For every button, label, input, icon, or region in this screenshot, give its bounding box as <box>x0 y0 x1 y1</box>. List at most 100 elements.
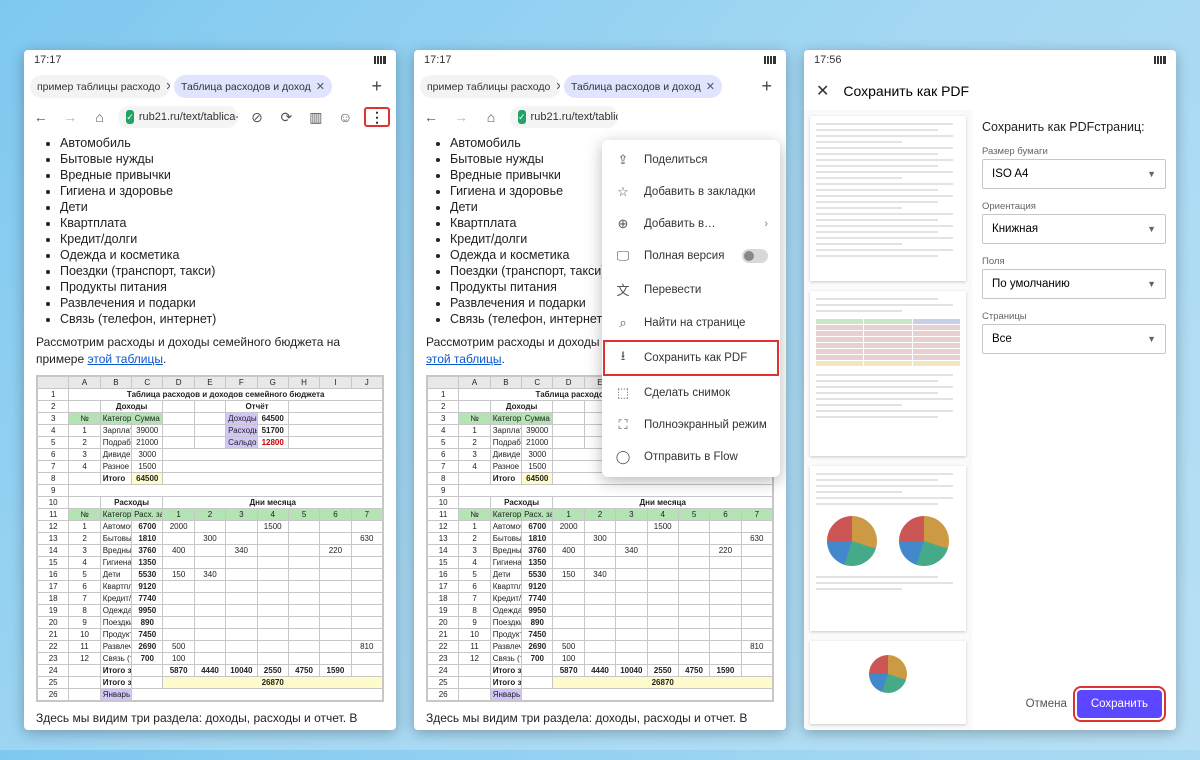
pdf-dialog-body: Сохранить как PDFстраниц: Размер бумаги … <box>804 110 1176 730</box>
translate-icon: 文 <box>614 280 632 299</box>
field-margins: Поля По умолчанию▼ <box>982 256 1166 299</box>
list-item: Развлечения и подарки <box>60 296 384 310</box>
back-icon[interactable]: ← <box>30 106 51 128</box>
forward-icon[interactable]: → <box>450 106 472 128</box>
status-time: 17:17 <box>34 54 62 72</box>
chevron-down-icon: ▼ <box>1147 279 1156 289</box>
url-field[interactable]: ✓rub21.ru/text/tablica- <box>118 106 238 128</box>
chevron-down-icon: ▼ <box>1147 169 1156 179</box>
search-icon: ⌕ <box>614 315 632 331</box>
field-pages: Страницы Все▼ <box>982 311 1166 354</box>
table-link[interactable]: этой таблицы <box>87 352 163 366</box>
menu-bookmark[interactable]: ☆Добавить в закладки <box>602 176 780 208</box>
new-tab-button[interactable]: + <box>363 76 390 97</box>
forward-icon[interactable]: → <box>59 106 80 128</box>
toggle-off[interactable] <box>742 249 768 263</box>
list-item: Дети <box>60 200 384 214</box>
plus-icon: ⊕ <box>614 216 632 232</box>
menu-snapshot[interactable]: ⬚Сделать снимок <box>602 377 780 409</box>
menu-save-pdf-highlighted[interactable]: ⭳Сохранить как PDF <box>602 339 780 377</box>
tab-inactive[interactable]: пример таблицы расходо✕ <box>30 75 170 98</box>
tabs-row: пример таблицы расходо✕ Таблица расходов… <box>414 72 786 101</box>
list-item: Автомобиль <box>60 136 384 150</box>
desc-paragraph: Здесь мы видим три раздела: доходы, расх… <box>426 710 774 730</box>
status-icons <box>370 54 386 72</box>
pdf-preview-page-3[interactable] <box>810 466 966 631</box>
list-item: Поездки (транспорт, такси) <box>60 264 384 278</box>
status-bar: 17:17 <box>414 50 786 72</box>
close-icon[interactable]: ✕ <box>165 80 170 93</box>
home-icon[interactable]: ⌂ <box>89 106 110 128</box>
phone-panel-1: 17:17 пример таблицы расходо✕ Таблица ра… <box>24 50 396 730</box>
tab-active[interactable]: Таблица расходов и доход✕ <box>564 75 722 98</box>
save-button-highlighted[interactable]: Сохранить <box>1077 690 1162 718</box>
reader-icon[interactable]: ▥ <box>305 106 326 128</box>
menu-translate[interactable]: 文Перевести <box>602 272 780 307</box>
phone-panel-2: 17:17 пример таблицы расходо✕ Таблица ра… <box>414 50 786 730</box>
field-orientation: Ориентация Книжная▼ <box>982 201 1166 244</box>
new-tab-button[interactable]: + <box>753 76 780 97</box>
margins-select[interactable]: По умолчанию▼ <box>982 269 1166 299</box>
menu-flow[interactable]: ◯Отправить в Flow <box>602 441 780 473</box>
desc-paragraph: Здесь мы видим три раздела: доходы, расх… <box>36 710 384 730</box>
field-paper-size: Размер бумаги ISO A4▼ <box>982 146 1166 189</box>
fullscreen-icon: ⛶ <box>614 417 632 433</box>
menu-addto[interactable]: ⊕Добавить в…› <box>602 208 780 240</box>
paper-size-select[interactable]: ISO A4▼ <box>982 159 1166 189</box>
tabs-row: пример таблицы расходо✕ Таблица расходов… <box>24 72 396 101</box>
status-time: 17:56 <box>814 54 842 72</box>
list-item: Кредит/долги <box>60 232 384 246</box>
pdf-options-column: Сохранить как PDFстраниц: Размер бумаги … <box>972 110 1176 730</box>
close-icon[interactable]: ✕ <box>555 80 560 93</box>
menu-find[interactable]: ⌕Найти на странице <box>602 307 780 339</box>
chevron-down-icon: ▼ <box>1147 334 1156 344</box>
list-item: Гигиена и здоровье <box>60 184 384 198</box>
status-time: 17:17 <box>424 54 452 72</box>
url-bar: ← → ⌂ ✓rub21.ru/text/tablic <box>414 101 786 133</box>
close-icon[interactable]: ✕ <box>816 81 829 101</box>
list-item: Продукты питания <box>60 280 384 294</box>
chevron-right-icon: › <box>764 218 768 230</box>
download-icon: ⭳ <box>614 347 632 369</box>
pdf-preview-page-2[interactable] <box>810 291 966 456</box>
desktop-icon: 🖵 <box>614 248 632 264</box>
pdf-dialog-header: ✕ Сохранить как PDF <box>804 72 1176 110</box>
list-item: Бытовые нужды <box>60 152 384 166</box>
phone-panel-3: 17:56 ✕ Сохранить как PDF <box>804 50 1176 730</box>
close-icon[interactable]: ✕ <box>316 80 325 93</box>
cancel-button[interactable]: Отмена <box>1026 698 1067 710</box>
chevron-down-icon: ▼ <box>1147 224 1156 234</box>
bookmark-icon: ☆ <box>614 184 632 200</box>
status-bar: 17:56 <box>804 50 1176 72</box>
spreadsheet-image: ABCDEFGHIJ1Таблица расходов и доходов се… <box>36 375 384 702</box>
url-field[interactable]: ✓rub21.ru/text/tablic <box>510 106 618 128</box>
share-icon: ⇪ <box>614 152 632 168</box>
block-icon[interactable]: ⊘ <box>246 106 267 128</box>
menu-button-highlighted[interactable]: ⋮ <box>364 107 390 127</box>
list-item: Квартплата <box>60 216 384 230</box>
pdf-preview-page-4[interactable] <box>810 641 966 724</box>
shield-icon: ✓ <box>126 110 134 124</box>
reload-icon[interactable]: ⟳ <box>276 106 297 128</box>
tab-inactive[interactable]: пример таблицы расходо✕ <box>420 75 560 98</box>
list-item: Одежда и косметика <box>60 248 384 262</box>
close-icon[interactable]: ✕ <box>706 80 715 93</box>
intro-paragraph: Рассмотрим расходы и доходы семейного бю… <box>36 334 384 369</box>
pdf-preview-page-1[interactable] <box>810 116 966 281</box>
menu-share[interactable]: ⇪Поделиться <box>602 144 780 176</box>
status-bar: 17:17 <box>24 50 396 72</box>
orientation-select[interactable]: Книжная▼ <box>982 214 1166 244</box>
pages-select[interactable]: Все▼ <box>982 324 1166 354</box>
list-item: Вредные привычки <box>60 168 384 182</box>
tab-active[interactable]: Таблица расходов и доход✕ <box>174 75 332 98</box>
back-icon[interactable]: ← <box>420 106 442 128</box>
url-bar: ← → ⌂ ✓rub21.ru/text/tablica- ⊘ ⟳ ▥ ☺ ⋮ <box>24 101 396 133</box>
pdf-options-title: Сохранить как PDFстраниц: <box>982 120 1166 134</box>
table-link[interactable]: этой таблицы <box>426 352 502 366</box>
menu-fullversion[interactable]: 🖵Полная версия <box>602 240 780 272</box>
home-icon[interactable]: ⌂ <box>480 106 502 128</box>
send-icon: ◯ <box>614 449 632 465</box>
pdf-preview-column <box>804 110 972 730</box>
profile-icon[interactable]: ☺ <box>335 106 356 128</box>
menu-fullscreen[interactable]: ⛶Полноэкранный режим <box>602 409 780 441</box>
